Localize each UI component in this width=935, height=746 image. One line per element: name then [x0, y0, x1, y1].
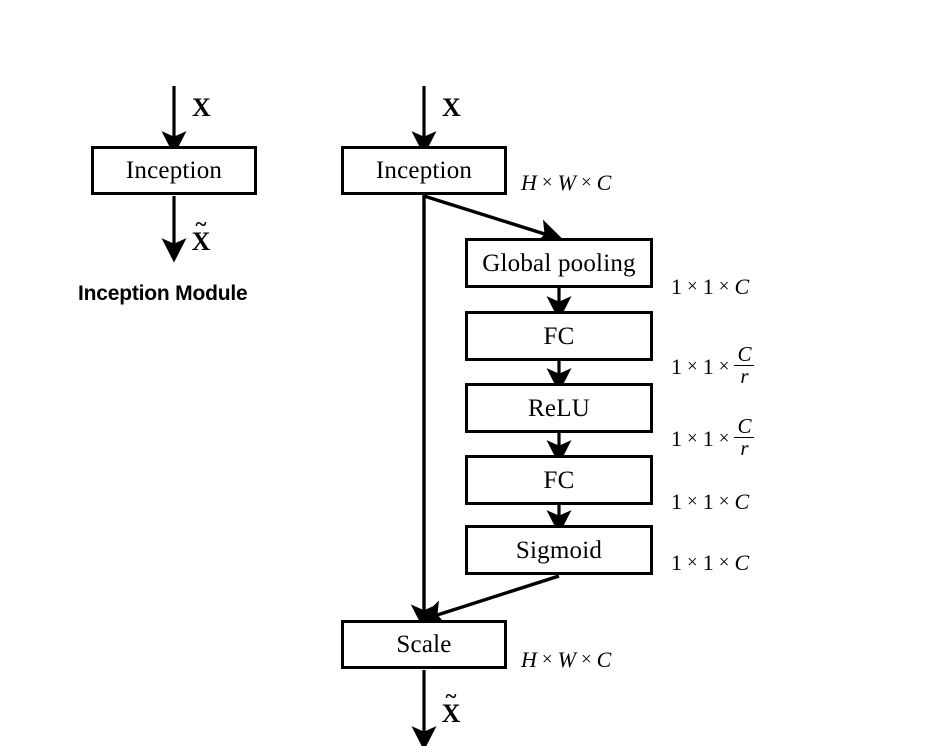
- block-label: FC: [543, 466, 575, 494]
- times-sign: ×: [718, 552, 730, 573]
- block-label: Global pooling: [482, 249, 636, 277]
- dim-1: H: [521, 647, 537, 672]
- dim-2: 1: [702, 489, 714, 514]
- fraction-numerator: C: [737, 414, 752, 438]
- dim-2: 1: [702, 550, 714, 575]
- times-sign: ×: [541, 172, 553, 193]
- times-sign: ×: [718, 276, 730, 297]
- tilde-accent: ~: [445, 684, 457, 708]
- times-sign: ×: [687, 552, 698, 573]
- dim-3: C: [734, 550, 750, 575]
- dim-1: H: [521, 170, 537, 195]
- block-inception-right[interactable]: Inception: [341, 146, 507, 195]
- wire-sigmoid-to-scale: [418, 574, 560, 626]
- times-sign: ×: [718, 355, 730, 377]
- tilde-accent: ~: [195, 212, 207, 236]
- fraction-c-over-r: C r: [734, 342, 755, 388]
- block-scale[interactable]: Scale: [341, 620, 507, 669]
- dim-2: 1: [702, 274, 714, 299]
- left-module-caption: Inception Module: [78, 282, 248, 305]
- shape-after-scale: H × W × C: [521, 647, 611, 673]
- block-sigmoid[interactable]: Sigmoid: [465, 525, 653, 575]
- dim-1: 1: [671, 353, 682, 379]
- times-sign: ×: [687, 276, 698, 297]
- times-sign: ×: [687, 491, 698, 512]
- shape-after-sigmoid: 1 × 1 × C: [671, 550, 749, 576]
- dim-1: 1: [671, 274, 682, 299]
- dim-3: C: [734, 274, 750, 299]
- shape-after-global-pooling: 1 × 1 × C: [671, 274, 749, 300]
- shape-after-relu: 1 × 1 × C r: [671, 414, 755, 461]
- dim-1: 1: [671, 425, 682, 451]
- right-output-label: ~ X: [438, 684, 464, 727]
- block-label: FC: [543, 322, 575, 350]
- block-label: Inception: [375, 157, 473, 184]
- dim-3: C: [596, 647, 612, 672]
- block-label: Inception: [125, 157, 223, 184]
- block-fc-2[interactable]: FC: [465, 455, 653, 505]
- fraction-denominator: r: [734, 437, 755, 459]
- dim-1: 1: [671, 550, 682, 575]
- right-input-label: X: [442, 93, 461, 122]
- left-input-label: X: [192, 93, 211, 122]
- block-label: ReLU: [528, 394, 590, 422]
- dim-3: C: [596, 170, 612, 195]
- fraction-c-over-r: C r: [734, 414, 755, 460]
- dim-2: W: [557, 647, 576, 672]
- fraction-denominator: r: [734, 365, 755, 387]
- dim-2: W: [557, 170, 576, 195]
- dim-1: 1: [671, 489, 682, 514]
- shape-after-fc-2: 1 × 1 × C: [671, 489, 749, 515]
- dim-2: 1: [702, 353, 714, 379]
- dim-3: C: [734, 489, 750, 514]
- shape-after-fc-1: 1 × 1 × C r: [671, 342, 755, 389]
- block-relu[interactable]: ReLU: [465, 383, 653, 433]
- shape-after-inception: H × W × C: [521, 170, 611, 196]
- block-fc-1[interactable]: FC: [465, 311, 653, 361]
- dim-2: 1: [702, 425, 714, 451]
- fraction-numerator: C: [737, 342, 752, 366]
- figure-canvas: X Inception ~ X Inception Module X Incep…: [0, 0, 935, 746]
- times-sign: ×: [718, 491, 730, 512]
- block-label: Scale: [396, 631, 452, 658]
- times-sign: ×: [580, 649, 592, 670]
- times-sign: ×: [687, 427, 698, 449]
- times-sign: ×: [687, 355, 698, 377]
- block-global-pooling[interactable]: Global pooling: [465, 238, 653, 288]
- block-inception-left[interactable]: Inception: [91, 146, 257, 195]
- times-sign: ×: [541, 649, 553, 670]
- times-sign: ×: [718, 427, 730, 449]
- times-sign: ×: [580, 172, 592, 193]
- block-label: Sigmoid: [515, 536, 603, 564]
- left-output-label: ~ X: [188, 212, 214, 255]
- wire-branch-to-global-pooling: [423, 194, 564, 245]
